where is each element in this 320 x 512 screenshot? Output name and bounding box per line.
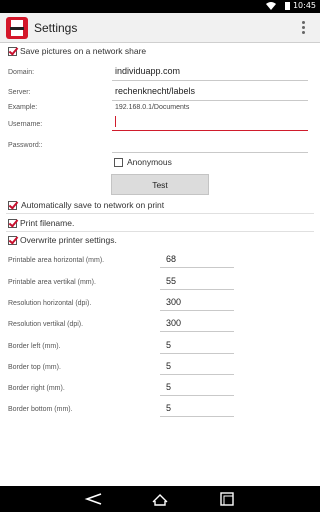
field-underline xyxy=(160,416,234,417)
field-input-border-top[interactable]: 5 xyxy=(166,361,171,371)
username-underline xyxy=(112,130,308,131)
domain-underline xyxy=(112,80,308,81)
save-network-checkbox[interactable] xyxy=(8,47,17,56)
print-filename-label: Print filename. xyxy=(20,218,75,228)
username-label: Username: xyxy=(8,121,43,128)
status-bar: 10:45 xyxy=(0,0,320,13)
field-label-resolution-vertical: Resolution vertikal (dpi). xyxy=(8,321,84,328)
field-underline xyxy=(160,374,234,375)
wifi-icon xyxy=(266,2,276,12)
auto-save-label: Automatically save to network on print xyxy=(21,200,165,210)
field-input-border-right[interactable]: 5 xyxy=(166,382,171,392)
anonymous-checkbox[interactable] xyxy=(114,158,123,167)
save-network-label: Save pictures on a network share xyxy=(20,46,147,56)
field-label-border-top: Border top (mm). xyxy=(8,364,61,371)
field-underline xyxy=(160,310,234,311)
field-underline xyxy=(160,395,234,396)
field-label-border-left: Border left (mm). xyxy=(8,343,61,350)
print-filename-checkbox[interactable] xyxy=(8,219,17,228)
overwrite-settings-label: Overwrite printer settings. xyxy=(20,235,117,245)
field-input-border-left[interactable]: 5 xyxy=(166,340,171,350)
navigation-bar xyxy=(0,486,320,512)
field-label-printable-vertical: Printable area vertikal (mm). xyxy=(8,279,96,286)
anonymous-label: Anonymous xyxy=(127,157,172,167)
field-label-border-right: Border right (mm). xyxy=(8,385,65,392)
field-input-resolution-horizontal[interactable]: 300 xyxy=(166,297,181,307)
page-title: Settings xyxy=(34,21,78,35)
field-label-resolution-horizontal: Resolution horizontal (dpi). xyxy=(8,300,92,307)
field-input-resolution-vertical[interactable]: 300 xyxy=(166,318,181,328)
field-underline xyxy=(160,267,234,268)
server-input[interactable]: rechenknecht/labels xyxy=(115,86,195,96)
field-label-printable-horizontal: Printable area horizontal (mm). xyxy=(8,257,105,264)
field-label-border-bottom: Border bottom (mm). xyxy=(8,406,73,413)
field-underline xyxy=(160,353,234,354)
section-divider xyxy=(6,231,314,232)
section-divider xyxy=(6,213,314,214)
example-value: 192.168.0.1/Documents xyxy=(115,104,190,111)
auto-save-checkbox[interactable] xyxy=(8,201,17,210)
text-cursor xyxy=(115,116,116,127)
test-button[interactable]: Test xyxy=(111,174,209,195)
field-input-border-bottom[interactable]: 5 xyxy=(166,403,171,413)
battery-icon xyxy=(285,2,290,10)
field-input-printable-horizontal[interactable]: 68 xyxy=(166,254,176,264)
field-input-printable-vertical[interactable]: 55 xyxy=(166,276,176,286)
overwrite-settings-checkbox[interactable] xyxy=(8,236,17,245)
action-bar: Settings xyxy=(0,13,320,43)
server-label: Server: xyxy=(8,89,31,96)
app-icon[interactable] xyxy=(6,17,28,39)
field-underline xyxy=(160,331,234,332)
example-label: Example: xyxy=(8,104,38,111)
password-underline xyxy=(112,152,308,153)
overflow-menu-icon[interactable] xyxy=(302,21,306,35)
server-underline xyxy=(112,100,308,101)
domain-input[interactable]: individuapp.com xyxy=(115,66,180,76)
password-label: Password:: xyxy=(8,142,43,149)
field-underline xyxy=(160,289,234,290)
domain-label: Domain: xyxy=(8,69,35,76)
status-time: 10:45 xyxy=(292,1,316,10)
